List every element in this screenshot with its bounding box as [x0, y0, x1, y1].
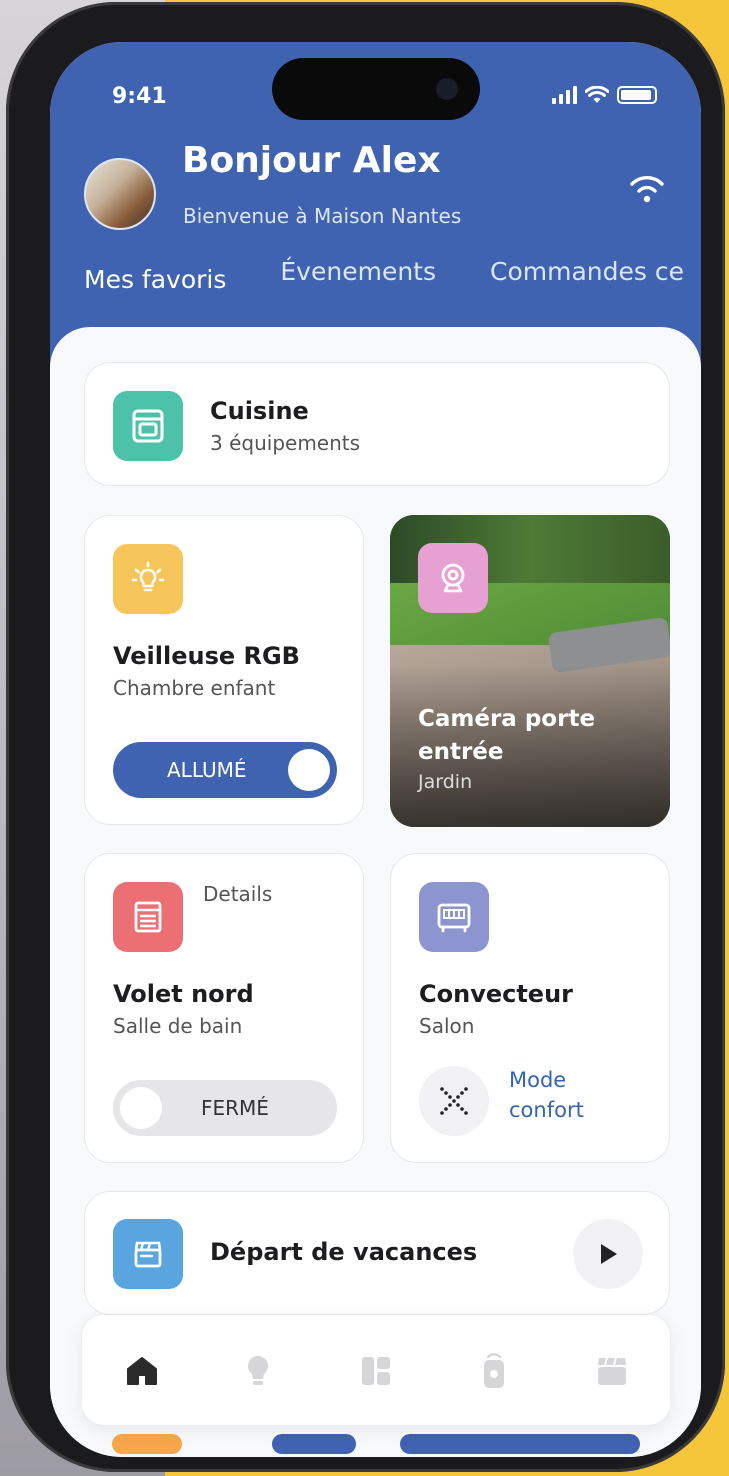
phone-frame: 9:41 Bonjour Alex Bienvenue à Maison Nan… — [6, 2, 725, 1472]
light-card[interactable]: Veilleuse RGB Chambre enfant ALLUMÉ — [84, 515, 364, 825]
kitchen-card[interactable]: Cuisine 3 équipements — [84, 362, 670, 486]
heater-subtitle: Salon — [419, 1014, 475, 1038]
play-icon — [601, 1244, 617, 1264]
bulb-icon — [113, 544, 183, 614]
light-subtitle: Chambre enfant — [113, 676, 276, 700]
shutter-details-link[interactable]: Details — [203, 882, 272, 906]
status-time: 9:41 — [112, 84, 167, 109]
home-icon[interactable] — [122, 1351, 162, 1391]
tab-bar-top: Mes favoris Évenements Commandes ce — [84, 257, 684, 294]
camera-subtitle: Jardin — [418, 771, 473, 793]
light-title: Veilleuse RGB — [113, 642, 300, 670]
wifi-status-icon — [585, 86, 609, 103]
avatar[interactable] — [84, 158, 156, 230]
mode-selector-button[interactable] — [419, 1066, 489, 1136]
light-toggle[interactable]: ALLUMÉ — [113, 742, 337, 798]
shutter-icon — [113, 882, 183, 952]
light-toggle-label: ALLUMÉ — [167, 758, 247, 782]
wifi-icon[interactable] — [628, 172, 666, 204]
remote-icon[interactable] — [474, 1351, 514, 1391]
greeting-title: Bonjour Alex — [182, 140, 441, 181]
toggle-knob — [120, 1087, 162, 1129]
clapper-icon — [113, 1219, 183, 1289]
shutter-card[interactable]: Details Volet nord Salle de bain FERMÉ — [84, 853, 364, 1163]
kitchen-title: Cuisine — [210, 397, 309, 425]
battery-icon — [617, 86, 657, 104]
fan-icon — [440, 1087, 468, 1115]
next-row-peek-bar — [400, 1434, 640, 1454]
play-button[interactable] — [573, 1219, 643, 1289]
status-icons — [552, 86, 657, 104]
tab-events[interactable]: Évenements — [280, 257, 436, 294]
mode-label-line2[interactable]: confort — [509, 1098, 584, 1122]
camera-card[interactable]: Caméra porte entrée Jardin — [390, 515, 670, 827]
camera-title: Caméra porte entrée — [418, 706, 596, 765]
webcam-icon — [418, 543, 488, 613]
clapper-tab-icon[interactable] — [592, 1351, 632, 1391]
heater-title: Convecteur — [419, 980, 574, 1008]
heater-card[interactable]: Convecteur Salon Mode confort — [390, 853, 670, 1163]
app-header: 9:41 Bonjour Alex Bienvenue à Maison Nan… — [50, 42, 701, 372]
phone-screen: 9:41 Bonjour Alex Bienvenue à Maison Nan… — [50, 42, 701, 1457]
scene-card[interactable]: Départ de vacances — [84, 1191, 670, 1315]
toggle-knob — [288, 749, 330, 791]
mode-label-line1[interactable]: Mode — [509, 1068, 566, 1092]
favorites-content: Cuisine 3 équipements Veilleuse RGB Cham… — [50, 327, 701, 1457]
shutter-subtitle: Salle de bain — [113, 1014, 243, 1038]
tab-commands[interactable]: Commandes ce — [490, 257, 684, 294]
shutter-title: Volet nord — [113, 980, 254, 1008]
bulb-tab-icon[interactable] — [238, 1351, 278, 1391]
dynamic-island — [272, 58, 480, 120]
scene-title: Départ de vacances — [210, 1238, 478, 1266]
oven-icon — [113, 391, 183, 461]
front-camera — [436, 78, 458, 100]
kitchen-subtitle: 3 équipements — [210, 431, 361, 455]
dashboard-icon[interactable] — [356, 1351, 396, 1391]
welcome-subtitle: Bienvenue à Maison Nantes — [183, 204, 462, 228]
cellular-signal-icon — [552, 86, 577, 104]
tab-favorites[interactable]: Mes favoris — [84, 265, 226, 294]
next-row-peek-tile — [112, 1434, 182, 1454]
bottom-tab-bar — [82, 1315, 670, 1425]
heater-icon — [419, 882, 489, 952]
shutter-toggle-label: FERMÉ — [201, 1096, 269, 1120]
shutter-toggle[interactable]: FERMÉ — [113, 1080, 337, 1136]
next-row-peek-toggle — [272, 1434, 356, 1454]
